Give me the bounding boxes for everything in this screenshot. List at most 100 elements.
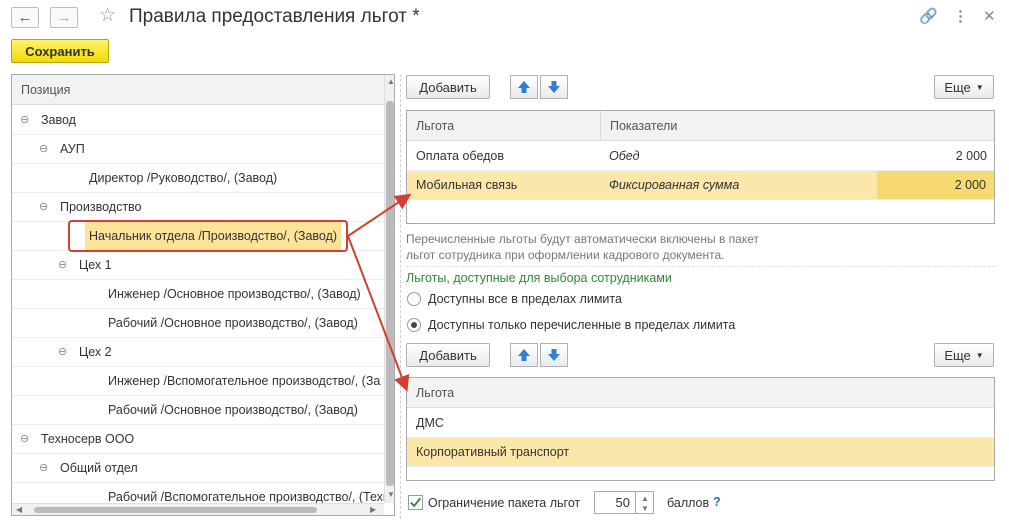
spin-down-icon[interactable]: ▼ bbox=[641, 504, 649, 513]
collapse-toggle-icon[interactable]: ⊖ bbox=[20, 425, 29, 453]
tree-row-label: Инженер /Основное производство/, (Завод) bbox=[108, 287, 361, 301]
more-button-2[interactable]: Еще ▼ bbox=[934, 343, 994, 367]
move-down-button-2[interactable] bbox=[540, 343, 568, 367]
benefit-cell: ДМС bbox=[416, 416, 444, 430]
value-cell: 2 000 bbox=[955, 149, 987, 163]
tree-row[interactable]: ⊖ Общий отдел bbox=[12, 454, 384, 483]
separator bbox=[406, 266, 996, 267]
tree-row-label: Рабочий /Основное производство/, (Завод) bbox=[108, 403, 358, 417]
tree-row[interactable]: ⊖ АУП bbox=[12, 135, 384, 164]
tree-row[interactable]: Инженер /Вспомогательное производство/, … bbox=[12, 367, 384, 396]
arrow-up-icon bbox=[518, 81, 530, 93]
more-actions-icon[interactable]: ⋮ bbox=[953, 7, 968, 25]
tree-row-label: Директор /Руководство/, (Завод) bbox=[89, 171, 278, 185]
tree-row[interactable]: ⊖ Техносерв ООО bbox=[12, 425, 384, 454]
collapse-toggle-icon[interactable]: ⊖ bbox=[39, 135, 48, 163]
info-text-line1: Перечисленные льготы будут автоматически… bbox=[406, 232, 759, 246]
limit-input[interactable]: 50 bbox=[594, 491, 636, 514]
limit-unit: баллов bbox=[667, 496, 710, 510]
forward-button[interactable]: → bbox=[50, 7, 78, 28]
arrow-left-icon: ← bbox=[17, 9, 33, 26]
tree-row[interactable]: Рабочий /Основное производство/, (Завод) bbox=[12, 396, 384, 425]
move-down-button[interactable] bbox=[540, 75, 568, 99]
save-button[interactable]: Сохранить bbox=[11, 39, 109, 63]
more-label: Еще bbox=[944, 347, 971, 363]
collapse-toggle-icon[interactable]: ⊖ bbox=[58, 251, 67, 279]
tree-row-label: Завод bbox=[41, 113, 76, 127]
tree-row[interactable]: ⊖ Завод bbox=[12, 106, 384, 135]
arrow-to-bottom-table bbox=[347, 235, 410, 392]
tree-row-label: Общий отдел bbox=[60, 461, 138, 475]
move-up-button-2[interactable] bbox=[510, 343, 538, 367]
radio-listed-label: Доступны только перечисленные в пределах… bbox=[428, 318, 736, 332]
arrow-down-icon bbox=[548, 81, 560, 93]
arrow-to-top-table bbox=[347, 193, 412, 237]
collapse-toggle-icon[interactable]: ⊖ bbox=[39, 193, 48, 221]
collapse-toggle-icon[interactable]: ⊖ bbox=[58, 338, 67, 366]
benefit-cell: Оплата обедов bbox=[416, 149, 505, 163]
horizontal-scroll-thumb[interactable] bbox=[34, 507, 317, 513]
tree-row[interactable]: Инженер /Основное производство/, (Завод) bbox=[12, 280, 384, 309]
help-icon[interactable]: ? bbox=[713, 495, 721, 509]
choice-benefits-table: Льгота ДМС Корпоративный транспорт bbox=[406, 377, 995, 481]
column-header-benefit: Льгота bbox=[416, 386, 455, 400]
benefit-cell: Корпоративный транспорт bbox=[416, 445, 570, 459]
link-icon[interactable]: 🔗 bbox=[919, 7, 938, 25]
tree-row[interactable]: ⊖ Производство bbox=[12, 193, 384, 222]
more-button[interactable]: Еще ▼ bbox=[934, 75, 994, 99]
chevron-down-icon: ▼ bbox=[975, 350, 984, 360]
chevron-down-icon: ▼ bbox=[975, 82, 984, 92]
scroll-down-icon[interactable]: ▼ bbox=[387, 490, 394, 499]
highlight-callout bbox=[68, 220, 348, 252]
column-header-benefit: Льгота bbox=[416, 119, 455, 133]
tree-row[interactable]: Директор /Руководство/, (Завод) bbox=[12, 164, 384, 193]
value-cell: 2 000 bbox=[877, 171, 994, 199]
close-icon[interactable]: ✕ bbox=[983, 7, 996, 25]
collapse-toggle-icon[interactable]: ⊖ bbox=[20, 106, 29, 134]
back-button[interactable]: ← bbox=[11, 7, 39, 28]
favorite-star-icon[interactable]: ☆ bbox=[99, 4, 116, 27]
tree-row[interactable]: ⊖ Цех 2 bbox=[12, 338, 384, 367]
scroll-right-icon[interactable]: ▶ bbox=[370, 505, 376, 514]
table-row[interactable]: Оплата обедов Обед 2 000 bbox=[407, 142, 994, 171]
table-row-selected[interactable]: Мобильная связь Фиксированная сумма 2 00… bbox=[407, 171, 994, 200]
tree-row-label: Техносерв ООО bbox=[41, 432, 135, 446]
choice-group-title: Льготы, доступные для выбора сотрудникам… bbox=[406, 271, 672, 285]
tree-row-label: Производство bbox=[60, 200, 142, 214]
table-row[interactable]: ДМС bbox=[407, 409, 994, 438]
arrow-down-icon bbox=[548, 349, 560, 361]
callout-arrows bbox=[347, 193, 412, 392]
window-title: Правила предоставления льгот * bbox=[129, 6, 420, 27]
collapse-toggle-icon[interactable]: ⊖ bbox=[39, 454, 48, 482]
position-tree: Позиция ⊖ Завод ⊖ АУП Директор /Руководство/… bbox=[11, 74, 395, 516]
limit-checkbox[interactable] bbox=[408, 495, 423, 510]
scroll-up-icon[interactable]: ▲ bbox=[387, 77, 394, 86]
checkmark-icon bbox=[410, 497, 422, 508]
arrow-up-icon bbox=[518, 349, 530, 361]
radio-all-label: Доступны все в пределах лимита bbox=[428, 292, 622, 306]
horizontal-scrollbar[interactable]: ◀ ▶ bbox=[12, 503, 384, 515]
scroll-left-icon[interactable]: ◀ bbox=[16, 505, 22, 514]
benefits-table-header: Льгота Показатели bbox=[407, 111, 994, 141]
benefit-cell: Мобильная связь bbox=[416, 178, 518, 192]
benefits-table: Льгота Показатели Оплата обедов Обед 2 0… bbox=[406, 110, 995, 224]
tree-row-label: АУП bbox=[60, 142, 85, 156]
spin-up-icon[interactable]: ▲ bbox=[641, 494, 649, 503]
tree-row-label: Цех 2 bbox=[79, 345, 112, 359]
tree-header: Позиция bbox=[12, 75, 394, 105]
move-up-button[interactable] bbox=[510, 75, 538, 99]
limit-spinner[interactable]: ▲ ▼ bbox=[636, 491, 654, 514]
column-header-indicators: Показатели bbox=[600, 111, 677, 140]
arrow-right-icon: → bbox=[56, 9, 72, 26]
choice-table-header: Льгота bbox=[407, 378, 994, 408]
indicator-cell: Обед bbox=[609, 149, 640, 163]
tree-row[interactable]: ⊖ Цех 1 bbox=[12, 251, 384, 280]
add-benefit-button[interactable]: Добавить bbox=[406, 75, 490, 99]
indicator-cell: Фиксированная сумма bbox=[609, 178, 740, 192]
tree-row-label: Рабочий /Основное производство/, (Завод) bbox=[108, 316, 358, 330]
limit-label: Ограничение пакета льгот bbox=[428, 496, 581, 510]
more-label: Еще bbox=[944, 79, 971, 95]
tree-row[interactable]: Рабочий /Основное производство/, (Завод) bbox=[12, 309, 384, 338]
table-row-selected[interactable]: Корпоративный транспорт bbox=[407, 438, 994, 467]
info-text-line2: льгот сотрудника при оформлении кадровог… bbox=[406, 248, 725, 262]
